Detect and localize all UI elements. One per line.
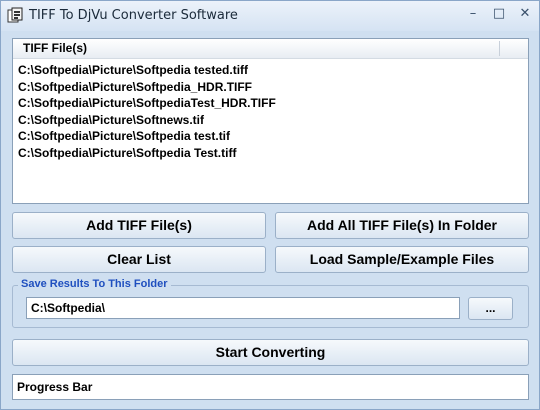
close-icon[interactable]: ✕ [513, 5, 537, 23]
list-rows: C:\Softpedia\Picture\Softpedia tested.ti… [13, 59, 528, 161]
browse-button[interactable]: ... [468, 297, 513, 320]
column-divider [499, 41, 500, 56]
file-list[interactable]: TIFF File(s) C:\Softpedia\Picture\Softpe… [12, 38, 529, 204]
title-bar: TIFF To DjVu Converter Software – □ ✕ [1, 1, 539, 31]
list-item[interactable]: C:\Softpedia\Picture\Softpedia tested.ti… [18, 62, 528, 79]
add-folder-button[interactable]: Add All TIFF File(s) In Folder [275, 212, 529, 239]
app-icon [7, 7, 23, 23]
start-converting-button[interactable]: Start Converting [12, 339, 529, 366]
main-window: TIFF To DjVu Converter Software – □ ✕ TI… [0, 0, 540, 410]
load-samples-button[interactable]: Load Sample/Example Files [275, 246, 529, 273]
list-column-header[interactable]: TIFF File(s) [13, 39, 528, 59]
add-files-button[interactable]: Add TIFF File(s) [12, 212, 266, 239]
list-item[interactable]: C:\Softpedia\Picture\SoftpediaTest_HDR.T… [18, 95, 528, 112]
output-folder-field[interactable] [26, 297, 460, 319]
list-item[interactable]: C:\Softpedia\Picture\Softnews.tif [18, 112, 528, 129]
window-title: TIFF To DjVu Converter Software [29, 8, 238, 23]
list-item[interactable]: C:\Softpedia\Picture\Softpedia Test.tiff [18, 145, 528, 162]
maximize-icon[interactable]: □ [487, 5, 511, 23]
minimize-icon[interactable]: – [461, 5, 485, 23]
clear-list-button[interactable]: Clear List [12, 246, 266, 273]
progress-bar: Progress Bar [12, 374, 529, 400]
list-item[interactable]: C:\Softpedia\Picture\Softpedia_HDR.TIFF [18, 79, 528, 96]
save-folder-label: Save Results To This Folder [18, 278, 171, 291]
column-header-label: TIFF File(s) [23, 41, 87, 55]
list-item[interactable]: C:\Softpedia\Picture\Softpedia test.tif [18, 128, 528, 145]
